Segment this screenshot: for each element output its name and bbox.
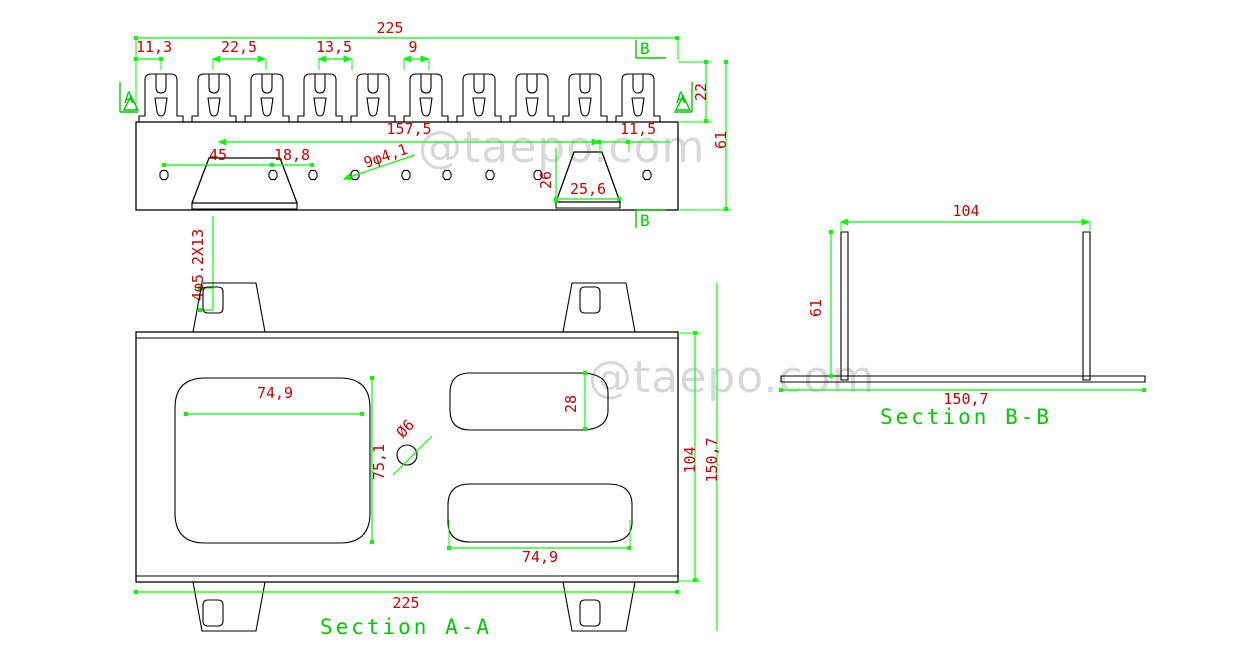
dim-large-cutout-width-text: 74,9 [257,384,293,402]
svg-text:A: A [676,88,686,107]
dim-overall-width-text: 225 [376,19,403,37]
dim-large-cutout-height-text: 75,1 [370,444,388,480]
section-a-a-plan-view: 74,9 75,1 Ø6 28 74,9 104 150,7 225 Secti… [134,282,721,639]
section-aa-title: Section A-A [320,615,492,639]
section-b-b-profile-view: 104 61 150,7 Section B-B [779,202,1146,429]
dim-tooth-width-text: 9 [408,38,417,56]
dim-lower-slot-width-text: 74,9 [522,548,558,566]
bb-left-upright [840,231,849,381]
dim-upper-slot-height-text: 28 [562,395,580,413]
svg-text:A: A [124,88,134,107]
dim-bracket-base-width-text: 25,6 [570,180,606,198]
plan-plate-outline [135,331,679,583]
section-marker-a-right: A [674,82,693,113]
dim-tooth-pitch-text: 22,5 [221,38,257,56]
dim-body-height-text: 61 [712,131,730,149]
front-right-bracket-base [555,201,621,209]
dim-center-hole-callout-text: Ø6 [393,416,418,441]
plan-mounting-tab-bottom-left [192,581,266,632]
plan-lower-slot [447,483,633,543]
plan-large-cutout [174,377,371,544]
comb-teeth-group [138,73,661,123]
front-left-bracket-base [191,202,298,210]
dim-bb-inner-span-text: 104 [952,202,979,220]
svg-text:B: B [640,211,650,230]
section-marker-a-left: A [119,82,140,113]
drawing-canvas: @taepo.com @taepo.com .ln{stroke:#000;st… [0,0,1260,670]
dim-bracket-top-width-text: 45 [209,146,227,164]
dim-hole-callout-text: 9φ4,1 [361,140,410,172]
plan-mounting-tab-top-right [562,282,636,333]
bb-right-upright [1082,231,1091,381]
svg-text:B: B [640,39,650,58]
dim-plate-width-text: 225 [392,594,419,612]
plan-upper-slot [449,372,609,431]
front-elevation-view: 225 11,3 22,5 13,5 9 22 61 157,5 11,5 45… [119,19,732,312]
dim-plate-depth-inner-text: 104 [681,446,699,473]
section-marker-b-top: B [635,39,666,59]
plan-mounting-tab-bottom-right [562,581,636,632]
dim-bb-profile-height-text: 61 [807,299,825,317]
dim-right-edge-offset-text: 11,5 [620,120,656,138]
dim-hole-spacing-text: 18,8 [274,146,310,164]
dim-slot-callout-text: 4φ5.2X13 [189,229,207,301]
dim-tooth-spacing-text: 13,5 [316,38,352,56]
dim-plate-depth-overall-text: 150,7 [703,437,721,482]
section-marker-b-bottom: B [635,209,666,230]
front-hole-row [159,169,652,181]
dim-hole-row-span-text: 157,5 [386,120,431,138]
dim-bracket-height-text: 26 [537,171,555,189]
technical-drawing-svg: .ln{stroke:#000;stroke-width:1.3;fill:no… [119,19,1146,639]
plan-center-hole [396,444,418,466]
section-bb-title: Section B-B [880,405,1052,429]
dim-first-tooth-offset-text: 11,3 [136,38,172,56]
dim-comb-height-text: 22 [692,83,710,101]
